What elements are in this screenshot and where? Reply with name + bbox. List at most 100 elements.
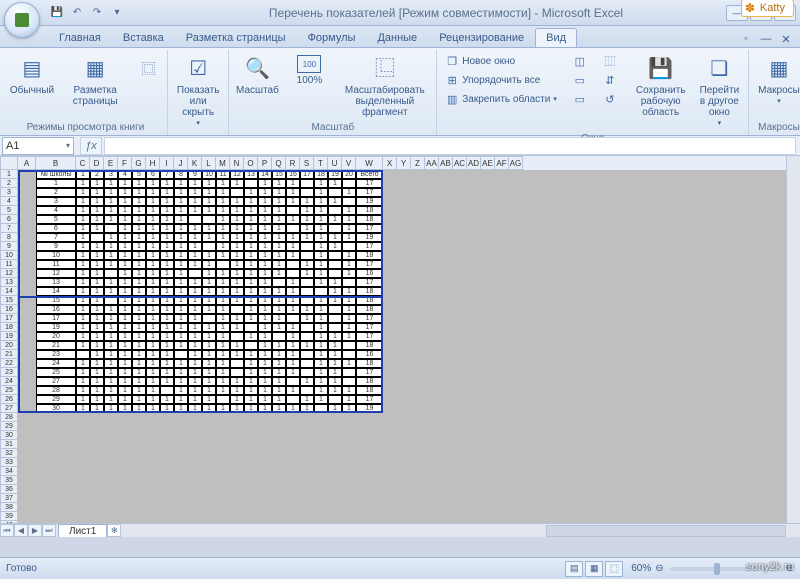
row-header[interactable]: 39: [0, 512, 18, 521]
column-header[interactable]: B: [36, 156, 76, 170]
side-by-side-button[interactable]: ⿲: [599, 52, 621, 70]
column-header[interactable]: AD: [467, 156, 481, 170]
column-header[interactable]: P: [258, 156, 272, 170]
row-header[interactable]: 1: [0, 170, 18, 179]
row-header[interactable]: 9: [0, 242, 18, 251]
row-header[interactable]: 35: [0, 476, 18, 485]
undo-icon[interactable]: ↶: [68, 4, 86, 22]
row-header[interactable]: 19: [0, 332, 18, 341]
column-header[interactable]: E: [104, 156, 118, 170]
column-header[interactable]: G: [132, 156, 146, 170]
tab-view[interactable]: Вид: [535, 28, 577, 47]
row-header[interactable]: 8: [0, 233, 18, 242]
qat-more-icon[interactable]: ▾: [108, 4, 126, 22]
row-header[interactable]: 36: [0, 485, 18, 494]
unhide-button[interactable]: ▭: [569, 90, 591, 108]
row-header[interactable]: 10: [0, 251, 18, 260]
split-button[interactable]: ◫: [569, 52, 591, 70]
column-header[interactable]: AB: [439, 156, 453, 170]
row-header[interactable]: 18: [0, 323, 18, 332]
formula-input[interactable]: [104, 137, 796, 155]
column-header[interactable]: T: [314, 156, 328, 170]
row-header[interactable]: 3: [0, 188, 18, 197]
freeze-panes-button[interactable]: ▥Закрепить области▾: [441, 90, 561, 108]
cell-grid[interactable]: Страница 1 Страница 2 № школы12345678910…: [18, 170, 786, 523]
row-header[interactable]: 23: [0, 368, 18, 377]
zoom-button[interactable]: 🔍Масштаб: [233, 52, 281, 99]
row-header[interactable]: 28: [0, 413, 18, 422]
column-header[interactable]: Y: [397, 156, 411, 170]
chevron-down-icon[interactable]: ▾: [66, 141, 70, 150]
column-header[interactable]: A: [18, 156, 36, 170]
doc-close-button[interactable]: ✕: [778, 31, 794, 47]
row-header[interactable]: 33: [0, 458, 18, 467]
name-box[interactable]: A1▾: [2, 137, 74, 155]
row-header[interactable]: 27: [0, 404, 18, 413]
row-header[interactable]: 20: [0, 341, 18, 350]
tab-formulas[interactable]: Формулы: [297, 28, 367, 47]
help-icon[interactable]: ◦: [738, 31, 754, 47]
column-header[interactable]: N: [230, 156, 244, 170]
row-header[interactable]: 32: [0, 449, 18, 458]
hide-button[interactable]: ▭: [569, 71, 591, 89]
row-header[interactable]: 26: [0, 395, 18, 404]
tab-home[interactable]: Главная: [48, 28, 112, 47]
zoom-out-button[interactable]: ⊖: [655, 563, 663, 574]
column-header[interactable]: X: [383, 156, 397, 170]
user-badge[interactable]: Katty: [741, 0, 794, 17]
row-header[interactable]: 22: [0, 359, 18, 368]
row-header[interactable]: 30: [0, 431, 18, 440]
column-header[interactable]: M: [216, 156, 230, 170]
macros-button[interactable]: ▦Макросы▾: [753, 52, 800, 110]
row-header[interactable]: 21: [0, 350, 18, 359]
column-header[interactable]: K: [188, 156, 202, 170]
column-header[interactable]: AA: [425, 156, 439, 170]
row-header[interactable]: 25: [0, 386, 18, 395]
column-header[interactable]: C: [76, 156, 90, 170]
column-header[interactable]: AG: [509, 156, 523, 170]
switch-windows-button[interactable]: ❏Перейти в другое окно▾: [695, 52, 745, 132]
reset-position-button[interactable]: ↺: [599, 90, 621, 108]
column-header[interactable]: L: [202, 156, 216, 170]
column-header[interactable]: U: [328, 156, 342, 170]
row-header[interactable]: 34: [0, 467, 18, 476]
row-header[interactable]: 38: [0, 503, 18, 512]
normal-view-icon[interactable]: ▤: [565, 561, 583, 577]
zoom-to-selection-button[interactable]: ⿺Масштабировать выделенный фрагмент: [337, 52, 432, 121]
row-header[interactable]: 6: [0, 215, 18, 224]
row-header[interactable]: 15: [0, 296, 18, 305]
tab-insert[interactable]: Вставка: [112, 28, 175, 47]
page-break-view-icon[interactable]: ⿴: [605, 561, 623, 577]
next-sheet-button[interactable]: ▶: [28, 524, 42, 537]
column-header[interactable]: AF: [495, 156, 509, 170]
last-sheet-button[interactable]: ⏭: [42, 524, 56, 537]
row-header[interactable]: 4: [0, 197, 18, 206]
horizontal-scrollbar[interactable]: [546, 525, 786, 537]
tab-page-layout[interactable]: Разметка страницы: [175, 28, 297, 47]
save-icon[interactable]: 💾: [48, 4, 66, 22]
column-header[interactable]: J: [174, 156, 188, 170]
save-workspace-button[interactable]: 💾Сохранить рабочую область: [631, 52, 691, 121]
zoom-percent[interactable]: 60%: [631, 563, 651, 574]
column-header[interactable]: AC: [453, 156, 467, 170]
column-header[interactable]: AE: [481, 156, 495, 170]
column-header[interactable]: W: [356, 156, 383, 170]
row-header[interactable]: 5: [0, 206, 18, 215]
column-header[interactable]: H: [146, 156, 160, 170]
row-header[interactable]: 12: [0, 269, 18, 278]
row-header[interactable]: 13: [0, 278, 18, 287]
ribbon-minimize-button[interactable]: —: [758, 31, 774, 47]
row-header[interactable]: 16: [0, 305, 18, 314]
page-layout-view-button[interactable]: ▦Разметка страницы: [60, 52, 130, 110]
row-header[interactable]: 7: [0, 224, 18, 233]
vertical-scrollbar[interactable]: [786, 156, 800, 523]
normal-view-button[interactable]: ▤Обычный: [8, 52, 56, 99]
insert-function-button[interactable]: ƒx: [80, 137, 102, 155]
office-button[interactable]: [4, 2, 40, 38]
new-window-button[interactable]: ❐Новое окно: [441, 52, 561, 70]
arrange-all-button[interactable]: ⊞Упорядочить все: [441, 71, 561, 89]
tab-data[interactable]: Данные: [366, 28, 428, 47]
redo-icon[interactable]: ↷: [88, 4, 106, 22]
row-header[interactable]: 24: [0, 377, 18, 386]
column-header[interactable]: I: [160, 156, 174, 170]
